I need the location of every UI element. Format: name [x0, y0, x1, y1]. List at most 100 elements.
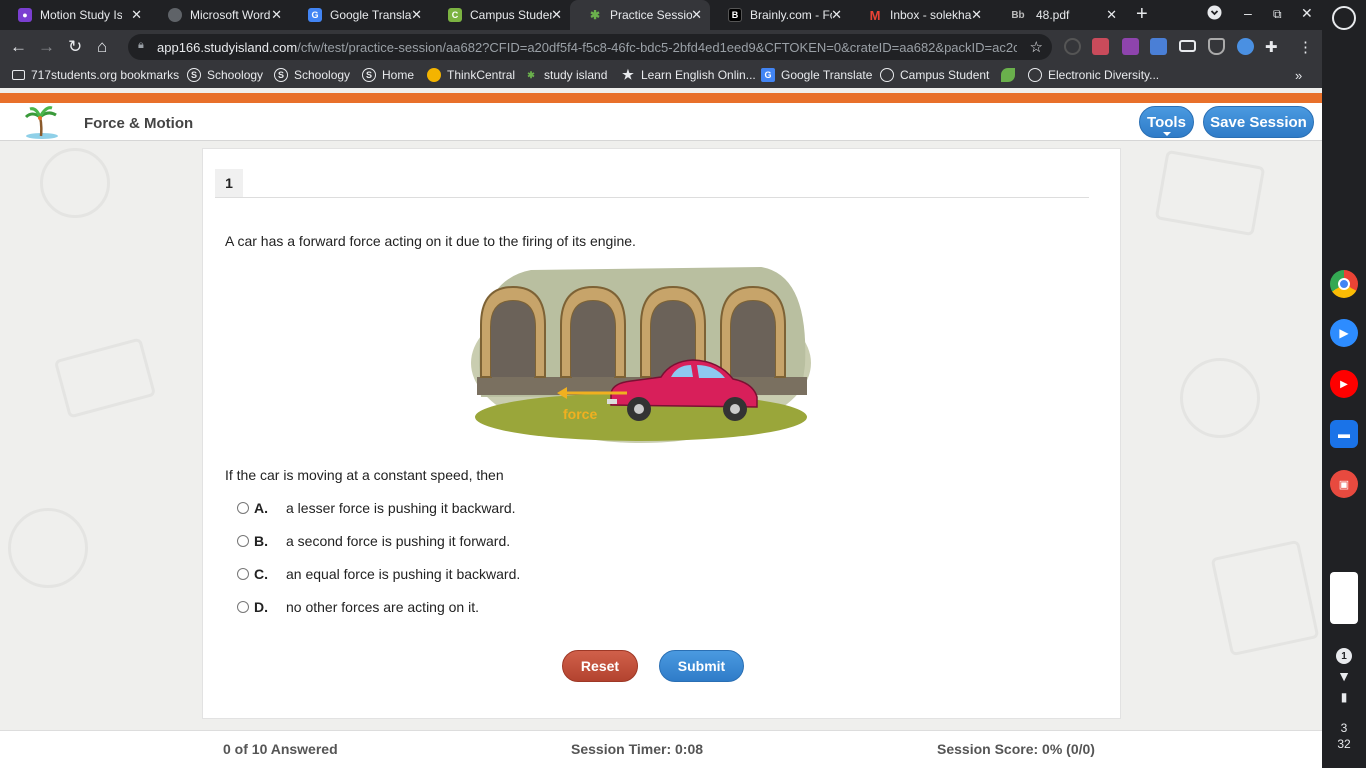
tab-inbox[interactable]: M Inbox - solekhak ✕ — [850, 0, 990, 30]
home-icon[interactable]: ⌂ — [97, 37, 107, 57]
study-island-tab-icon: ● — [18, 8, 32, 22]
radio-button[interactable] — [237, 535, 249, 547]
minimize-icon[interactable]: – — [1244, 5, 1252, 21]
background-pattern — [1154, 149, 1266, 237]
tab-google-translate[interactable]: G Google Translate ✕ — [290, 0, 430, 30]
close-tab-icon[interactable]: ✕ — [551, 7, 562, 23]
divider — [215, 197, 1089, 198]
bookmark-electronic-diversity[interactable]: Electronic Diversity... — [1028, 68, 1159, 82]
campus-tab-icon: C — [448, 8, 462, 22]
new-tab-icon[interactable]: + — [1136, 3, 1148, 26]
bookmark-leaf[interactable] — [1001, 68, 1021, 82]
close-tab-icon[interactable]: ✕ — [271, 7, 282, 23]
tab-search-icon[interactable] — [1207, 5, 1222, 23]
radio-button[interactable] — [237, 502, 249, 514]
url-text[interactable]: app166.studyisland.com/cfw/test/practice… — [157, 40, 1017, 55]
tab-campus-student[interactable]: C Campus Student ✕ — [430, 0, 570, 30]
bookmarks-bar: 717students.org bookmarks S Schoology S Sc… — [0, 64, 1322, 88]
close-tab-icon[interactable]: ✕ — [691, 7, 702, 23]
close-tab-icon[interactable]: ✕ — [971, 7, 982, 23]
answered-count: 0 of 10 Answered — [223, 741, 338, 757]
extension-shield-icon[interactable] — [1064, 38, 1081, 55]
back-icon[interactable]: ← — [10, 37, 27, 57]
save-session-button[interactable]: Save Session — [1203, 106, 1314, 138]
close-tab-icon[interactable]: ✕ — [1106, 7, 1117, 23]
bookmark-schoology[interactable]: S Schoology — [187, 68, 263, 82]
gallery-icon[interactable]: ▣ — [1330, 470, 1358, 498]
close-tab-icon[interactable]: ✕ — [831, 7, 842, 23]
launcher-icon[interactable] — [1332, 6, 1356, 30]
tab-microsoft-word[interactable]: Microsoft Word - ✕ — [150, 0, 290, 30]
phone-hub-icon[interactable] — [1330, 572, 1358, 624]
translate-icon: G — [761, 68, 775, 82]
os-shelf: ▶ ▶ ▬ ▣ 1 ▼ ▮ 3 32 — [1322, 0, 1366, 768]
close-tab-icon[interactable]: ✕ — [131, 7, 142, 23]
tools-button[interactable]: Tools — [1139, 106, 1194, 138]
radio-button[interactable] — [237, 601, 249, 613]
clock-minute[interactable]: 32 — [1322, 737, 1366, 751]
choice-d[interactable]: D. no other forces are acting on it. — [237, 597, 479, 617]
chrome-icon[interactable] — [1330, 270, 1358, 298]
forward-icon[interactable]: → — [38, 37, 55, 57]
battery-icon[interactable]: ▮ — [1322, 690, 1366, 704]
bookmark-home[interactable]: S Home — [362, 68, 414, 82]
background-pattern — [1210, 539, 1320, 657]
palm-icon: ✱ — [527, 69, 535, 80]
bookmark-folder[interactable]: 717students.org bookmarks — [12, 68, 179, 82]
car-force-illustration: force — [471, 267, 811, 443]
close-window-icon[interactable]: ✕ — [1301, 5, 1313, 22]
bookmark-thinkcentral[interactable]: ThinkCentral — [427, 68, 515, 82]
close-tab-icon[interactable]: ✕ — [411, 7, 422, 23]
notification-badge[interactable]: 1 — [1336, 648, 1352, 664]
thinkcentral-icon — [427, 68, 441, 82]
blackboard-tab-icon: Bb — [1011, 9, 1025, 21]
wifi-icon[interactable]: ▼ — [1322, 668, 1366, 684]
reset-button[interactable]: Reset — [562, 650, 638, 682]
submit-button[interactable]: Submit — [659, 650, 744, 682]
session-timer: Session Timer: 0:08 — [571, 741, 704, 757]
choice-a[interactable]: A. a lesser force is pushing it backward… — [237, 498, 516, 518]
schoology-icon: S — [274, 68, 288, 82]
schoology-icon: S — [362, 68, 376, 82]
background-pattern — [53, 337, 157, 419]
extension-guard-icon[interactable] — [1237, 38, 1254, 55]
browser-toolbar: ← → ↻ ⌂ 🔒︎ app166.studyisland.com/cfw/te… — [0, 30, 1322, 64]
bookmark-schoology-2[interactable]: S Schoology — [274, 68, 350, 82]
tab-brainly[interactable]: B Brainly.com - For ✕ — [710, 0, 850, 30]
choice-c[interactable]: C. an equal force is pushing it backward… — [237, 564, 520, 584]
tab-practice-session[interactable]: ✱ Practice Session ✕ — [570, 0, 710, 30]
question-card: 1 A car has a forward force acting on it… — [202, 148, 1121, 719]
reload-icon[interactable]: ↻ — [68, 37, 82, 57]
bookmark-learn-english[interactable]: ★ Learn English Onlin... — [621, 67, 756, 82]
study-island-logo — [24, 106, 58, 139]
clock-hour[interactable]: 3 — [1322, 721, 1366, 735]
lock-icon[interactable]: 🔒︎ — [138, 39, 150, 53]
question-stem: A car has a forward force acting on it d… — [225, 233, 636, 249]
extension-screen-icon[interactable] — [1179, 40, 1196, 52]
extensions-puzzle-icon[interactable]: ✚ — [1265, 38, 1278, 56]
zoom-icon[interactable]: ▶ — [1330, 319, 1358, 347]
tab-motion-study-island[interactable]: ● Motion Study Isla ✕ — [0, 0, 150, 30]
bookmark-campus-student[interactable]: Campus Student — [880, 68, 989, 82]
bookmark-google-translate[interactable]: G Google Translate — [761, 68, 872, 82]
browser-menu-icon[interactable]: ⋮ — [1298, 38, 1313, 56]
files-icon[interactable]: ▬ — [1330, 420, 1358, 448]
url-host: app166.studyisland.com — [157, 40, 298, 55]
background-pattern — [1180, 358, 1260, 438]
more-bookmarks-icon[interactable]: » — [1295, 68, 1302, 83]
bookmark-study-island[interactable]: ✱ study island — [524, 68, 607, 82]
globe-icon — [880, 68, 894, 82]
session-footer: 0 of 10 Answered Session Timer: 0:08 Ses… — [0, 730, 1322, 768]
radio-button[interactable] — [237, 568, 249, 580]
tab-48-pdf[interactable]: Bb 48.pdf ✕ — [990, 0, 1125, 30]
question-number-tab[interactable]: 1 — [215, 169, 243, 197]
address-bar[interactable]: 🔒︎ app166.studyisland.com/cfw/test/pract… — [128, 34, 1052, 60]
youtube-icon[interactable]: ▶ — [1330, 370, 1358, 398]
choice-b[interactable]: B. a second force is pushing it forward. — [237, 531, 510, 551]
extension-read-write-icon[interactable] — [1122, 38, 1139, 55]
extension-translate-icon[interactable] — [1150, 38, 1167, 55]
extension-shield2-icon[interactable] — [1208, 38, 1225, 55]
extension-screencast-icon[interactable] — [1092, 38, 1109, 55]
bookmark-star-icon[interactable]: ☆ — [1030, 38, 1043, 56]
restore-icon[interactable]: ⧉ — [1273, 7, 1282, 22]
